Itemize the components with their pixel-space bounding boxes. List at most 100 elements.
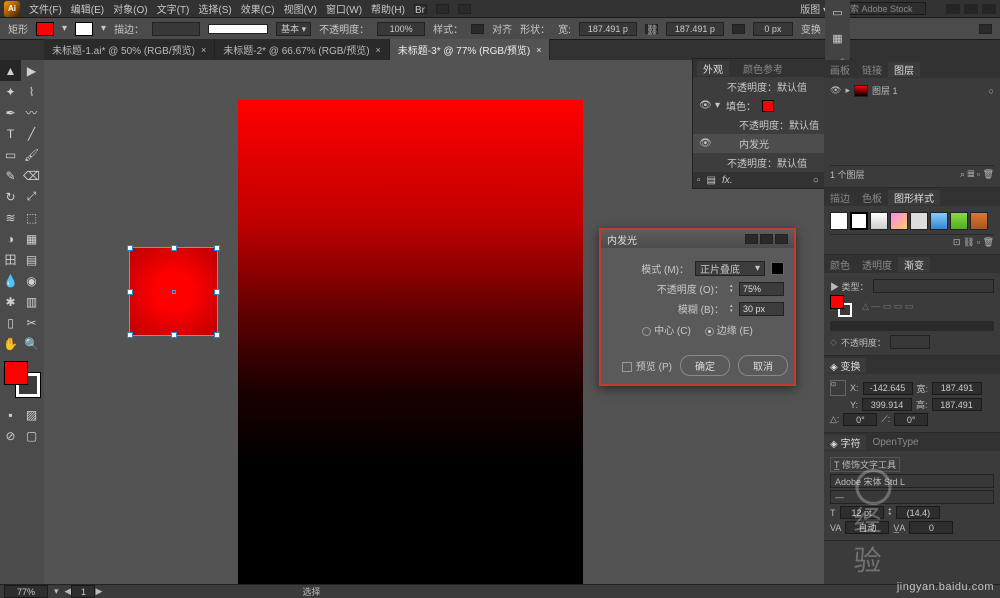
style-swatch[interactable] xyxy=(870,212,888,230)
gradient-tool[interactable]: ▤ xyxy=(21,249,42,270)
resize-handle[interactable] xyxy=(127,245,133,251)
stroke-profile[interactable] xyxy=(208,24,268,34)
transparency-tab[interactable]: 透明度 xyxy=(856,257,898,272)
maximize-icon[interactable] xyxy=(964,4,978,14)
menu-file[interactable]: 文件(F) xyxy=(29,1,62,16)
ok-button[interactable]: 确定 xyxy=(680,355,730,376)
lasso-tool[interactable]: ⌇ xyxy=(21,81,42,102)
align-label[interactable]: 对齐 xyxy=(492,21,512,36)
selection-tool[interactable]: ▲ xyxy=(0,60,21,81)
hand-tool[interactable]: ✋ xyxy=(0,333,21,354)
color-tab[interactable]: 颜色 xyxy=(824,257,856,272)
layers-tab[interactable]: 图层 xyxy=(888,62,920,77)
tab-close-icon[interactable]: × xyxy=(376,45,381,55)
pen-tool[interactable]: ✒ xyxy=(0,102,21,123)
symbol-sprayer-tool[interactable]: ✱ xyxy=(0,291,21,312)
fill-color-icon[interactable] xyxy=(4,361,28,385)
menu-edit[interactable]: 编辑(E) xyxy=(71,1,104,16)
opentype-tab[interactable]: OpenType xyxy=(866,437,924,448)
properties-icon[interactable]: ▭ xyxy=(830,4,846,20)
fill-color-icon[interactable] xyxy=(762,100,774,112)
gradient-slider[interactable] xyxy=(830,321,994,331)
color-mode-icon[interactable]: ▪ xyxy=(0,404,21,425)
magic-wand-tool[interactable]: ✦ xyxy=(0,81,21,102)
bridge-icon[interactable]: Br xyxy=(414,4,427,14)
style-swatch[interactable] xyxy=(950,212,968,230)
paintbrush-tool[interactable]: 🖌 xyxy=(21,144,42,165)
corner-input[interactable] xyxy=(753,22,793,36)
doc-tab-2[interactable]: 未标题-2* @ 66.67% (RGB/预览)× xyxy=(215,39,390,60)
menu-help[interactable]: 帮助(H) xyxy=(371,1,405,16)
blend-tool[interactable]: ◉ xyxy=(21,270,42,291)
fill-stroke-indicator[interactable] xyxy=(2,359,42,399)
eyedropper-tool[interactable]: 💧 xyxy=(0,270,21,291)
visibility-icon[interactable]: 👁 xyxy=(830,85,841,96)
dlg-icon[interactable] xyxy=(775,234,788,244)
mesh-tool[interactable]: 田 xyxy=(0,249,21,270)
glow-blur-input[interactable] xyxy=(739,302,784,316)
leading-input[interactable] xyxy=(896,506,940,519)
style-swatch[interactable] xyxy=(930,212,948,230)
rectangle-tool[interactable]: ▭ xyxy=(0,144,21,165)
appearance-tab[interactable]: 外观 xyxy=(697,61,729,76)
styles-tab[interactable]: 图形样式 xyxy=(888,190,940,205)
artboard-tool[interactable]: ▯ xyxy=(0,312,21,333)
zoom-tool[interactable]: 🔍 xyxy=(21,333,42,354)
workspace-switcher[interactable]: 版图 ▾ xyxy=(800,1,828,16)
shear-input[interactable] xyxy=(894,413,928,426)
gradient-stop-opacity[interactable] xyxy=(890,335,930,349)
dlg-icon[interactable] xyxy=(745,234,758,244)
style-swatch[interactable] xyxy=(850,212,868,230)
corner-icon[interactable] xyxy=(732,24,745,34)
menu-effect[interactable]: 效果(C) xyxy=(241,1,275,16)
color-guide-tab[interactable]: 颜色参考 xyxy=(737,61,789,76)
edge-radio[interactable]: 边缘 (E) xyxy=(705,322,753,337)
glow-color-swatch[interactable] xyxy=(771,262,784,275)
reference-point[interactable]: ⊡ xyxy=(830,380,846,396)
gradient-type-dropdown[interactable] xyxy=(873,279,994,293)
resize-handle[interactable] xyxy=(171,332,177,338)
shaper-tool[interactable]: ✎ xyxy=(0,165,21,186)
center-radio[interactable]: 中心 (C) xyxy=(642,322,691,337)
minimize-icon[interactable] xyxy=(946,4,960,14)
resize-handle[interactable] xyxy=(127,289,133,295)
style-swatch[interactable] xyxy=(970,212,988,230)
stroke-swatch[interactable] xyxy=(75,22,93,36)
zoom-input[interactable] xyxy=(4,585,48,598)
resize-handle[interactable] xyxy=(214,245,220,251)
dlg-icon[interactable] xyxy=(760,234,773,244)
visibility-icon[interactable]: 👁 xyxy=(699,100,709,111)
fill-swatch[interactable] xyxy=(36,22,54,36)
link-wh-icon[interactable]: ⛓ xyxy=(645,24,658,34)
h-input[interactable] xyxy=(932,398,982,411)
graph-tool[interactable]: ▥ xyxy=(21,291,42,312)
libraries-icon[interactable]: ▦ xyxy=(830,30,846,46)
resize-handle[interactable] xyxy=(214,332,220,338)
width-input[interactable] xyxy=(579,22,637,36)
transform-tab[interactable]: ◈ 变换 xyxy=(824,358,866,373)
doc-tab-1[interactable]: 未标题-1.ai* @ 50% (RGB/预览)× xyxy=(44,39,215,60)
visibility-icon[interactable]: 👁 xyxy=(699,138,709,149)
transform-label[interactable]: 变换 xyxy=(801,21,821,36)
rotate-tool[interactable]: ↻ xyxy=(0,186,21,207)
tab-close-icon[interactable]: × xyxy=(201,45,206,55)
stroke-tab[interactable]: 描边 xyxy=(824,190,856,205)
artboard-nav-input[interactable] xyxy=(71,585,95,598)
tracking-input[interactable] xyxy=(909,521,953,534)
x-input[interactable] xyxy=(863,382,913,395)
eraser-tool[interactable]: ⌫ xyxy=(21,165,42,186)
style-swatch[interactable] xyxy=(830,212,848,230)
artboards-tab[interactable]: 画板 xyxy=(824,62,856,77)
selected-rectangle[interactable] xyxy=(130,248,217,335)
menu-object[interactable]: 对象(O) xyxy=(113,1,147,16)
graphic-style-picker[interactable] xyxy=(471,24,484,34)
cancel-button[interactable]: 取消 xyxy=(738,355,788,376)
width-tool[interactable]: ≋ xyxy=(0,207,21,228)
menu-select[interactable]: 选择(S) xyxy=(198,1,231,16)
canvas-area[interactable]: 外观 颜色参考 ▸≡ 不透明度：默认值 👁▾填色： 不透明度：默认值 👁内发光f… xyxy=(44,60,824,584)
perspective-tool[interactable]: ▦ xyxy=(21,228,42,249)
resize-handle[interactable] xyxy=(171,245,177,251)
opacity-input[interactable] xyxy=(377,22,425,36)
arrange-icon[interactable] xyxy=(436,4,449,14)
resize-handle[interactable] xyxy=(127,332,133,338)
